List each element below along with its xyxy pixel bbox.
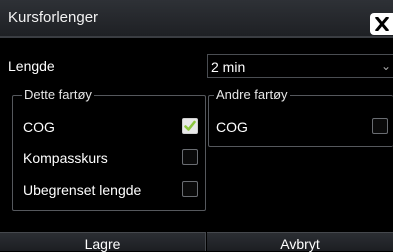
close-button[interactable] (370, 13, 393, 35)
own-compass-checkbox[interactable] (182, 149, 198, 165)
title-bar: Kursforlenger (0, 0, 393, 38)
cancel-button[interactable]: Avbryt (207, 232, 393, 252)
checkmark-icon (184, 120, 196, 131)
own-unlimited-label: Ubegrenset lengde (23, 182, 142, 198)
save-button-label: Lagre (84, 236, 121, 252)
length-value: 2 min (211, 59, 246, 75)
dialog-title: Kursforlenger (8, 9, 99, 26)
length-label: Lengde (8, 58, 55, 74)
close-icon (374, 17, 390, 31)
own-cog-label: COG (23, 119, 55, 135)
length-dropdown[interactable]: 2 min ⌄ (207, 54, 393, 78)
own-cog-checkbox[interactable] (182, 118, 198, 134)
cancel-button-label: Avbryt (280, 236, 320, 252)
own-unlimited-checkbox[interactable] (182, 181, 198, 197)
chevron-down-icon: ⌄ (380, 59, 391, 73)
other-cog-checkbox[interactable] (372, 118, 388, 134)
save-button[interactable]: Lagre (0, 232, 206, 252)
course-extension-dialog: Kursforlenger Lengde 2 min ⌄ Dette fartø… (0, 0, 393, 252)
own-vessel-legend: Dette fartøy (22, 87, 94, 102)
other-cog-label: COG (216, 119, 248, 135)
own-compass-label: Kompasskurs (23, 150, 108, 166)
other-vessels-legend: Andre fartøy (214, 87, 290, 102)
